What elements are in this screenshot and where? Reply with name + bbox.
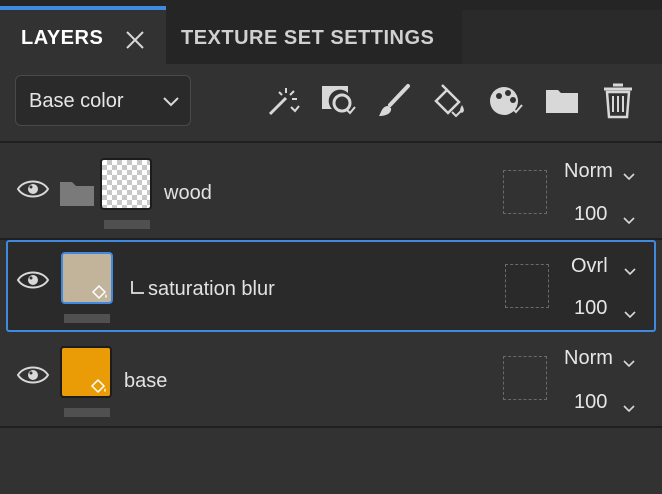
tab-layers-label: LAYERS — [21, 27, 104, 49]
layer-row-saturation-blur[interactable]: saturation blur Ovrl 100 — [6, 240, 656, 332]
mask-slot[interactable] — [503, 170, 547, 214]
delete-icon[interactable] — [600, 83, 636, 119]
add-mask-icon[interactable] — [320, 83, 356, 119]
mask-indicator — [64, 408, 110, 417]
chevron-down-icon — [162, 92, 180, 110]
layer-row-base[interactable]: base Norm 100 — [6, 336, 656, 426]
mask-slot[interactable] — [505, 264, 549, 308]
opacity-value[interactable]: 100 — [574, 297, 607, 320]
layer-name[interactable]: saturation blur — [148, 278, 275, 301]
tab-bar: LAYERS TEXTURE SET SETTINGS — [0, 10, 662, 64]
mask-indicator — [64, 314, 110, 323]
layer-thumbnail[interactable] — [61, 252, 113, 304]
close-icon[interactable] — [124, 29, 146, 51]
add-smart-material-icon[interactable] — [488, 83, 524, 119]
chevron-down-icon[interactable] — [623, 212, 635, 225]
tab-texture-set-settings[interactable]: TEXTURE SET SETTINGS — [166, 10, 462, 64]
mask-slot[interactable] — [503, 356, 547, 400]
opacity-value[interactable]: 100 — [574, 203, 607, 226]
layer-row-wood[interactable]: wood Norm 100 — [6, 148, 656, 238]
layer-thumbnail[interactable] — [100, 158, 152, 210]
tab-texture-set-settings-label: TEXTURE SET SETTINGS — [181, 27, 435, 49]
tab-layers[interactable]: LAYERS — [0, 10, 166, 64]
blend-mode[interactable]: Ovrl — [571, 255, 608, 278]
child-indent-icon — [130, 278, 146, 301]
fill-bucket-icon — [91, 283, 109, 301]
chevron-down-icon[interactable] — [623, 355, 635, 368]
eye-icon[interactable] — [16, 364, 50, 386]
opacity-value[interactable]: 100 — [574, 391, 607, 414]
add-paint-layer-icon[interactable] — [376, 83, 412, 119]
layer-name[interactable]: wood — [164, 182, 212, 205]
chevron-down-icon[interactable] — [624, 263, 636, 276]
chevron-down-icon[interactable] — [624, 306, 636, 319]
chevron-down-icon[interactable] — [623, 400, 635, 413]
eye-icon[interactable] — [16, 269, 50, 291]
toolbar-separator — [0, 141, 662, 143]
add-effect-icon[interactable] — [264, 83, 300, 119]
layer-list-end — [0, 426, 662, 428]
folder-icon — [58, 180, 96, 208]
layer-thumbnail[interactable] — [60, 346, 112, 398]
blend-mode[interactable]: Norm — [564, 160, 613, 183]
eye-icon[interactable] — [16, 178, 50, 200]
channel-dropdown[interactable]: Base color — [15, 75, 191, 126]
add-fill-layer-icon[interactable] — [432, 83, 468, 119]
fill-bucket-icon — [90, 377, 108, 395]
mask-indicator — [104, 220, 150, 229]
channel-dropdown-value: Base color — [29, 90, 124, 112]
add-folder-icon[interactable] — [544, 83, 580, 119]
chevron-down-icon[interactable] — [623, 168, 635, 181]
layer-name[interactable]: base — [124, 370, 167, 393]
blend-mode[interactable]: Norm — [564, 347, 613, 370]
panel-top-bar — [0, 0, 662, 10]
